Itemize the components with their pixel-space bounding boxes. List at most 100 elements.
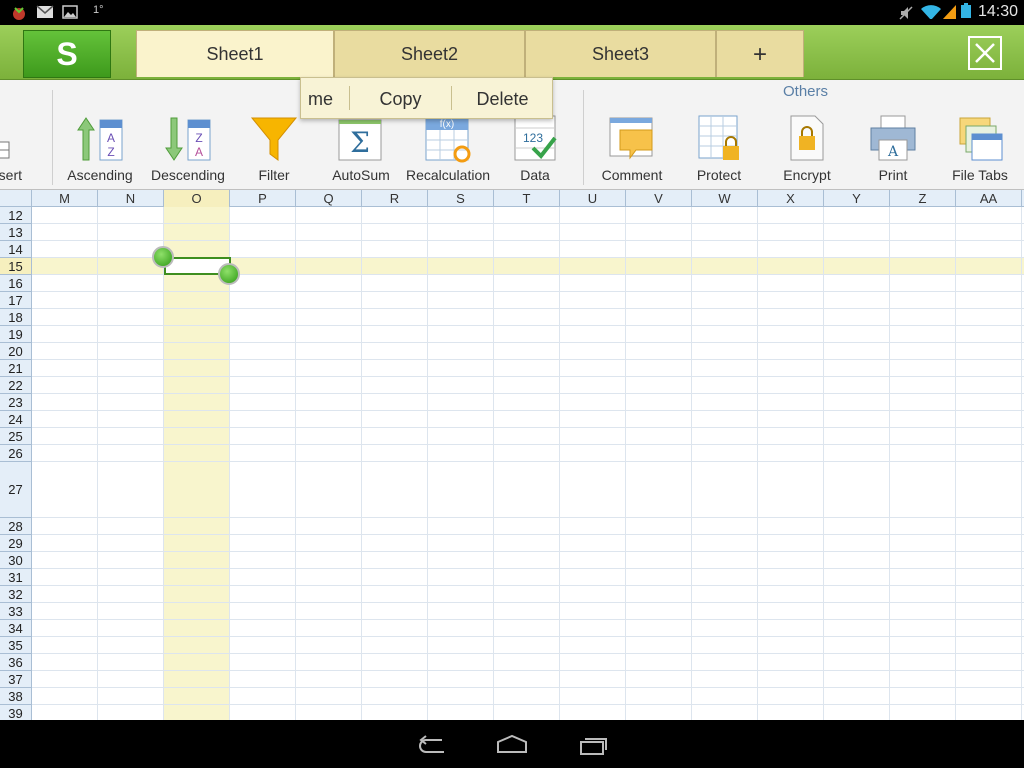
grid-horizontal-line [32,325,1024,326]
grid-horizontal-line [32,359,1024,360]
autosum-label: AutoSum [332,167,390,183]
grid-vertical-line [823,207,824,720]
column-header[interactable]: Y [824,190,890,207]
column-header[interactable]: P [230,190,296,207]
sort-descending-icon: Z A [165,117,211,161]
row-header[interactable]: 21 [0,360,32,377]
row-header[interactable]: 19 [0,326,32,343]
row-header[interactable]: 31 [0,569,32,586]
row-header[interactable]: 32 [0,586,32,603]
svg-text:f(x): f(x) [440,119,454,130]
app-notification-icon [13,7,25,20]
select-all-corner[interactable] [0,190,32,207]
grid-vertical-line [163,207,164,720]
file-tabs-icon [959,117,1003,161]
row-header[interactable]: 24 [0,411,32,428]
column-header[interactable]: AA [956,190,1022,207]
row-header[interactable]: 20 [0,343,32,360]
back-icon[interactable] [412,732,452,758]
file-tabs-label: File Tabs [952,167,1008,183]
grid-horizontal-line [32,551,1024,552]
row-header[interactable]: 26 [0,445,32,462]
row-header[interactable]: 16 [0,275,32,292]
notification-text: 1° [93,4,104,16]
row-header[interactable]: 39 [0,705,32,720]
row-header[interactable]: 36 [0,654,32,671]
spreadsheet-grid[interactable]: M N O P Q R S T U V W X Y Z AA 12 13 14 15 16 17 18 19 20 21 22 2… [0,190,1024,720]
row-header[interactable]: 25 [0,428,32,445]
row-header[interactable]: 22 [0,377,32,394]
app-logo-button[interactable]: S [23,30,111,78]
sheet-tab-1[interactable]: Sheet1 [136,30,334,77]
row-header[interactable]: 33 [0,603,32,620]
grid-horizontal-line [32,687,1024,688]
encrypt-label: Encrypt [783,167,831,183]
protect-icon [698,115,739,160]
recent-apps-icon[interactable] [573,732,613,758]
close-icon [975,43,995,63]
context-menu-delete[interactable]: Delete [452,78,552,118]
row-header[interactable]: 34 [0,620,32,637]
row-header[interactable]: 15 [0,258,32,275]
row-header[interactable]: 29 [0,535,32,552]
grid-vertical-line [757,207,758,720]
column-header[interactable]: N [98,190,164,207]
grid-horizontal-line [32,461,1024,462]
grid-horizontal-line [32,308,1024,309]
grid-horizontal-line [32,223,1024,224]
svg-text:Z: Z [107,145,114,159]
row-header[interactable]: 17 [0,292,32,309]
grid-vertical-line [361,207,362,720]
others-group-label: Others [783,83,829,100]
sheet-tab-2[interactable]: Sheet2 [334,30,525,77]
grid-vertical-line [493,207,494,720]
grid-horizontal-line [32,653,1024,654]
column-header[interactable]: S [428,190,494,207]
sort-ascending-icon: A Z [77,117,123,161]
comment-label: Comment [601,167,663,183]
row-header[interactable]: 14 [0,241,32,258]
ribbon-separator [583,90,584,185]
grid-horizontal-line [32,670,1024,671]
row-header[interactable]: 30 [0,552,32,569]
context-menu-copy[interactable]: Copy [350,78,451,118]
row-header[interactable]: 12 [0,207,32,224]
column-header[interactable]: R [362,190,428,207]
sigma-icon: Σ [338,119,382,161]
row-header[interactable]: 35 [0,637,32,654]
context-menu-rename[interactable]: me [301,78,349,118]
signal-icon [942,5,956,19]
wifi-icon [921,5,941,19]
svg-text:123: 123 [523,131,543,145]
protect-label: Protect [696,167,742,183]
data-label: Data [520,167,550,183]
grid-horizontal-line [32,568,1024,569]
row-header[interactable]: 37 [0,671,32,688]
column-header[interactable]: V [626,190,692,207]
column-header[interactable]: M [32,190,98,207]
top-bar: S Sheet1 Sheet2 Sheet3 + [0,25,1024,80]
column-header[interactable]: T [494,190,560,207]
column-header[interactable]: W [692,190,758,207]
column-header[interactable]: Z [890,190,956,207]
row-header[interactable]: 23 [0,394,32,411]
row-header[interactable]: 18 [0,309,32,326]
column-header[interactable]: X [758,190,824,207]
battery-icon [961,3,971,18]
row-header[interactable]: 38 [0,688,32,705]
add-sheet-button[interactable]: + [716,30,804,77]
row-header[interactable]: 28 [0,518,32,535]
selection-handle-end[interactable] [218,263,240,285]
column-header[interactable]: Q [296,190,362,207]
selection-handle-start[interactable] [152,246,174,268]
column-header[interactable]: O [164,190,230,207]
close-button[interactable] [968,36,1002,70]
grid-vertical-line [97,207,98,720]
grid-vertical-line [625,207,626,720]
sheet-tab-3[interactable]: Sheet3 [525,30,716,77]
column-header[interactable]: U [560,190,626,207]
row-header[interactable]: 27 [0,462,32,518]
row-header[interactable]: 13 [0,224,32,241]
home-icon[interactable] [492,732,532,758]
grid-horizontal-line [32,427,1024,428]
